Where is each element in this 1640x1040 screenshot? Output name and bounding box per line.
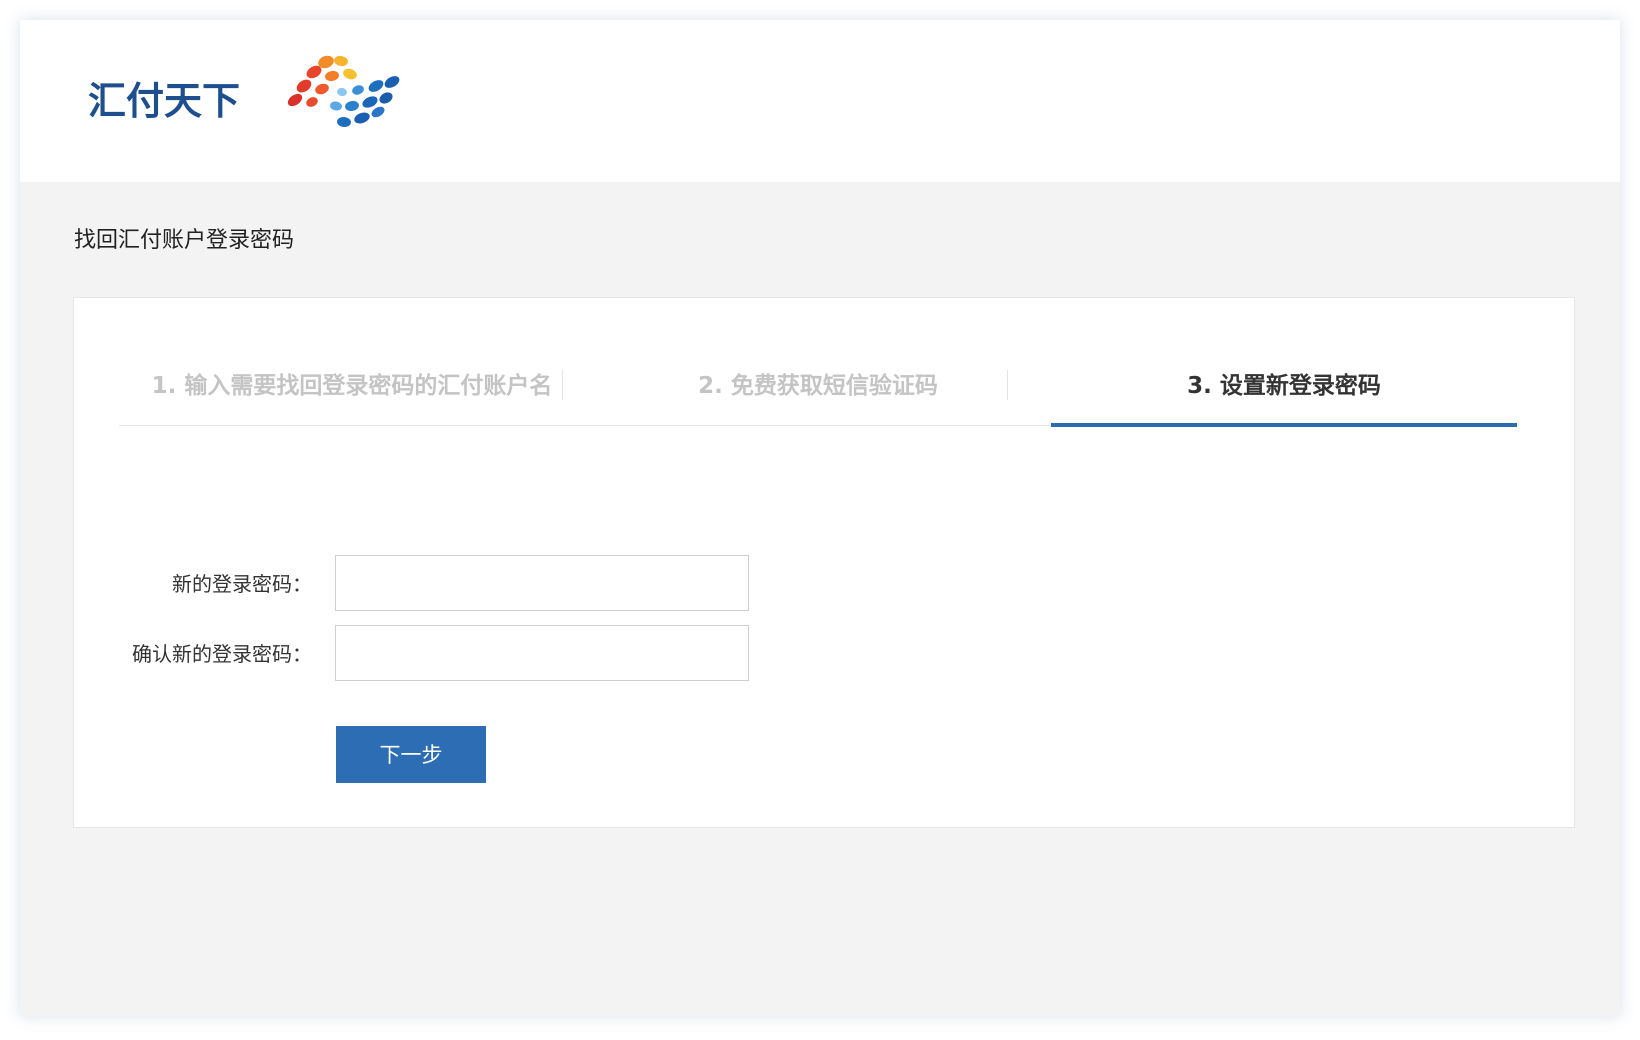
confirm-password-input[interactable] xyxy=(335,625,749,681)
step-3-tab[interactable]: 3. 设置新登录密码 xyxy=(1051,346,1517,426)
next-step-button[interactable]: 下一步 xyxy=(336,726,486,783)
step-1-tab[interactable]: 1. 输入需要找回登录密码的汇付账户名 xyxy=(119,346,585,426)
confirm-password-label: 确认新的登录密码： xyxy=(132,642,312,666)
confirm-password-row: 确认新的登录密码： xyxy=(74,625,774,683)
step-divider xyxy=(562,370,563,400)
step-2-tab[interactable]: 2. 免费获取短信验证码 xyxy=(585,346,1051,426)
new-password-input[interactable] xyxy=(335,555,749,611)
step-tabs: 1. 输入需要找回登录密码的汇付账户名 2. 免费获取短信验证码 3. 设置新登… xyxy=(119,346,1519,427)
colorful-dots-logo-icon xyxy=(287,55,400,128)
new-password-label-box: 新的登录密码： xyxy=(74,555,312,613)
new-password-label: 新的登录密码： xyxy=(172,572,312,596)
new-password-row: 新的登录密码： xyxy=(74,555,774,613)
page-title: 找回汇付账户登录密码 xyxy=(74,228,295,253)
site-logo[interactable]: 汇付天下 xyxy=(88,50,428,150)
logo-text: 汇付天下 xyxy=(88,79,241,123)
app-window: 汇付天下 找回汇付账户登录密码 1. 输入需要找回登录密码的汇付账户名 2. 免… xyxy=(20,20,1620,1016)
active-step-indicator xyxy=(1051,423,1517,427)
step-divider xyxy=(1007,370,1008,400)
confirm-password-label-box: 确认新的登录密码： xyxy=(74,625,312,683)
form-card: 1. 输入需要找回登录密码的汇付账户名 2. 免费获取短信验证码 3. 设置新登… xyxy=(73,297,1575,828)
site-header: 汇付天下 xyxy=(20,20,1620,182)
